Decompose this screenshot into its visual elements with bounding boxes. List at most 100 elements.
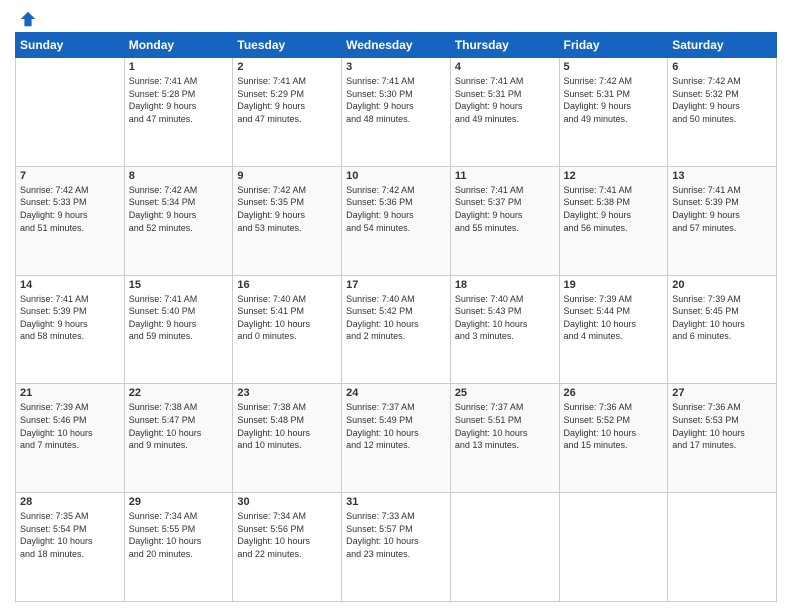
day-info: Sunrise: 7:41 AMSunset: 5:40 PMDaylight:… xyxy=(129,293,229,343)
day-info: Sunrise: 7:42 AMSunset: 5:31 PMDaylight:… xyxy=(564,75,664,125)
day-number: 6 xyxy=(672,61,772,73)
day-info: Sunrise: 7:39 AMSunset: 5:44 PMDaylight:… xyxy=(564,293,664,343)
logo xyxy=(15,10,37,24)
header xyxy=(15,10,777,24)
calendar-cell xyxy=(450,493,559,602)
day-info: Sunrise: 7:39 AMSunset: 5:45 PMDaylight:… xyxy=(672,293,772,343)
day-number: 2 xyxy=(237,61,337,73)
day-number: 12 xyxy=(564,170,664,182)
calendar-cell: 3 Sunrise: 7:41 AMSunset: 5:30 PMDaylight… xyxy=(342,58,451,167)
day-number: 22 xyxy=(129,387,229,399)
calendar-cell: 14 Sunrise: 7:41 AMSunset: 5:39 PMDayligh… xyxy=(16,275,125,384)
day-number: 5 xyxy=(564,61,664,73)
day-number: 16 xyxy=(237,279,337,291)
calendar-day-header: Friday xyxy=(559,33,668,58)
calendar-cell: 2 Sunrise: 7:41 AMSunset: 5:29 PMDaylight… xyxy=(233,58,342,167)
calendar-week-row: 28Sunrise: 7:35 AMSunset: 5:54 PMDayligh… xyxy=(16,493,777,602)
calendar-cell: 4Sunrise: 7:41 AMSunset: 5:31 PMDaylight… xyxy=(450,58,559,167)
day-info: Sunrise: 7:37 AMSunset: 5:49 PMDaylight:… xyxy=(346,401,446,451)
calendar-cell: 17 Sunrise: 7:40 AMSunset: 5:42 PMDayligh… xyxy=(342,275,451,384)
day-number: 7 xyxy=(20,170,120,182)
day-number: 24 xyxy=(346,387,446,399)
calendar-cell: 23 Sunrise: 7:38 AMSunset: 5:48 PMDayligh… xyxy=(233,384,342,493)
day-number: 25 xyxy=(455,387,555,399)
day-info: Sunrise: 7:34 AMSunset: 5:56 PMDaylight:… xyxy=(237,510,337,560)
calendar-cell: 28Sunrise: 7:35 AMSunset: 5:54 PMDayligh… xyxy=(16,493,125,602)
day-info: Sunrise: 7:41 AMSunset: 5:30 PMDaylight:… xyxy=(346,75,446,125)
day-info: Sunrise: 7:41 AMSunset: 5:29 PMDaylight:… xyxy=(237,75,337,125)
day-info: Sunrise: 7:33 AMSunset: 5:57 PMDaylight:… xyxy=(346,510,446,560)
calendar-cell xyxy=(559,493,668,602)
day-number: 20 xyxy=(672,279,772,291)
day-number: 21 xyxy=(20,387,120,399)
day-info: Sunrise: 7:35 AMSunset: 5:54 PMDaylight:… xyxy=(20,510,120,560)
calendar-cell: 6 Sunrise: 7:42 AMSunset: 5:32 PMDaylight… xyxy=(668,58,777,167)
day-info: Sunrise: 7:42 AMSunset: 5:36 PMDaylight:… xyxy=(346,184,446,234)
day-number: 15 xyxy=(129,279,229,291)
day-number: 19 xyxy=(564,279,664,291)
day-info: Sunrise: 7:41 AMSunset: 5:39 PMDaylight:… xyxy=(672,184,772,234)
calendar-cell: 20 Sunrise: 7:39 AMSunset: 5:45 PMDayligh… xyxy=(668,275,777,384)
day-info: Sunrise: 7:34 AMSunset: 5:55 PMDaylight:… xyxy=(129,510,229,560)
day-info: Sunrise: 7:42 AMSunset: 5:35 PMDaylight:… xyxy=(237,184,337,234)
calendar-cell xyxy=(16,58,125,167)
day-number: 27 xyxy=(672,387,772,399)
day-info: Sunrise: 7:40 AMSunset: 5:42 PMDaylight:… xyxy=(346,293,446,343)
day-info: Sunrise: 7:42 AMSunset: 5:32 PMDaylight:… xyxy=(672,75,772,125)
day-number: 26 xyxy=(564,387,664,399)
day-number: 10 xyxy=(346,170,446,182)
calendar-week-row: 1Sunrise: 7:41 AMSunset: 5:28 PMDaylight… xyxy=(16,58,777,167)
calendar-cell: 5 Sunrise: 7:42 AMSunset: 5:31 PMDaylight… xyxy=(559,58,668,167)
calendar-cell: 21 Sunrise: 7:39 AMSunset: 5:46 PMDayligh… xyxy=(16,384,125,493)
day-number: 23 xyxy=(237,387,337,399)
day-info: Sunrise: 7:41 AMSunset: 5:37 PMDaylight:… xyxy=(455,184,555,234)
day-info: Sunrise: 7:42 AMSunset: 5:33 PMDaylight:… xyxy=(20,184,120,234)
calendar-cell: 11 Sunrise: 7:41 AMSunset: 5:37 PMDayligh… xyxy=(450,166,559,275)
day-number: 14 xyxy=(20,279,120,291)
calendar-day-header: Tuesday xyxy=(233,33,342,58)
day-number: 9 xyxy=(237,170,337,182)
calendar-cell: 8 Sunrise: 7:42 AMSunset: 5:34 PMDaylight… xyxy=(124,166,233,275)
calendar-cell: 30Sunrise: 7:34 AMSunset: 5:56 PMDayligh… xyxy=(233,493,342,602)
calendar-day-header: Wednesday xyxy=(342,33,451,58)
calendar-day-header: Monday xyxy=(124,33,233,58)
calendar-cell: 12 Sunrise: 7:41 AMSunset: 5:38 PMDayligh… xyxy=(559,166,668,275)
day-number: 13 xyxy=(672,170,772,182)
calendar-week-row: 7 Sunrise: 7:42 AMSunset: 5:33 PMDaylight… xyxy=(16,166,777,275)
day-number: 3 xyxy=(346,61,446,73)
logo-icon xyxy=(19,10,37,28)
day-info: Sunrise: 7:37 AMSunset: 5:51 PMDaylight:… xyxy=(455,401,555,451)
calendar-week-row: 14 Sunrise: 7:41 AMSunset: 5:39 PMDayligh… xyxy=(16,275,777,384)
calendar-cell: 31 Sunrise: 7:33 AMSunset: 5:57 PMDayligh… xyxy=(342,493,451,602)
day-info: Sunrise: 7:38 AMSunset: 5:48 PMDaylight:… xyxy=(237,401,337,451)
calendar-cell: 26 Sunrise: 7:36 AMSunset: 5:52 PMDayligh… xyxy=(559,384,668,493)
day-number: 11 xyxy=(455,170,555,182)
calendar-week-row: 21 Sunrise: 7:39 AMSunset: 5:46 PMDayligh… xyxy=(16,384,777,493)
day-info: Sunrise: 7:36 AMSunset: 5:52 PMDaylight:… xyxy=(564,401,664,451)
calendar-cell: 16 Sunrise: 7:40 AMSunset: 5:41 PMDayligh… xyxy=(233,275,342,384)
day-info: Sunrise: 7:40 AMSunset: 5:43 PMDaylight:… xyxy=(455,293,555,343)
day-info: Sunrise: 7:41 AMSunset: 5:39 PMDaylight:… xyxy=(20,293,120,343)
calendar-cell: 18 Sunrise: 7:40 AMSunset: 5:43 PMDayligh… xyxy=(450,275,559,384)
calendar-cell: 7 Sunrise: 7:42 AMSunset: 5:33 PMDaylight… xyxy=(16,166,125,275)
day-number: 31 xyxy=(346,496,446,508)
calendar-cell: 19 Sunrise: 7:39 AMSunset: 5:44 PMDayligh… xyxy=(559,275,668,384)
day-number: 17 xyxy=(346,279,446,291)
calendar-table: SundayMondayTuesdayWednesdayThursdayFrid… xyxy=(15,32,777,602)
day-number: 18 xyxy=(455,279,555,291)
day-info: Sunrise: 7:39 AMSunset: 5:46 PMDaylight:… xyxy=(20,401,120,451)
calendar-cell: 29Sunrise: 7:34 AMSunset: 5:55 PMDayligh… xyxy=(124,493,233,602)
day-info: Sunrise: 7:41 AMSunset: 5:38 PMDaylight:… xyxy=(564,184,664,234)
day-info: Sunrise: 7:41 AMSunset: 5:31 PMDaylight:… xyxy=(455,75,555,125)
calendar-cell: 25 Sunrise: 7:37 AMSunset: 5:51 PMDayligh… xyxy=(450,384,559,493)
page: SundayMondayTuesdayWednesdayThursdayFrid… xyxy=(0,0,792,612)
day-info: Sunrise: 7:40 AMSunset: 5:41 PMDaylight:… xyxy=(237,293,337,343)
day-info: Sunrise: 7:42 AMSunset: 5:34 PMDaylight:… xyxy=(129,184,229,234)
calendar-header-row: SundayMondayTuesdayWednesdayThursdayFrid… xyxy=(16,33,777,58)
calendar-day-header: Sunday xyxy=(16,33,125,58)
calendar-cell: 13 Sunrise: 7:41 AMSunset: 5:39 PMDayligh… xyxy=(668,166,777,275)
day-number: 1 xyxy=(129,61,229,73)
calendar-cell: 10 Sunrise: 7:42 AMSunset: 5:36 PMDayligh… xyxy=(342,166,451,275)
day-number: 8 xyxy=(129,170,229,182)
calendar-cell: 1Sunrise: 7:41 AMSunset: 5:28 PMDaylight… xyxy=(124,58,233,167)
